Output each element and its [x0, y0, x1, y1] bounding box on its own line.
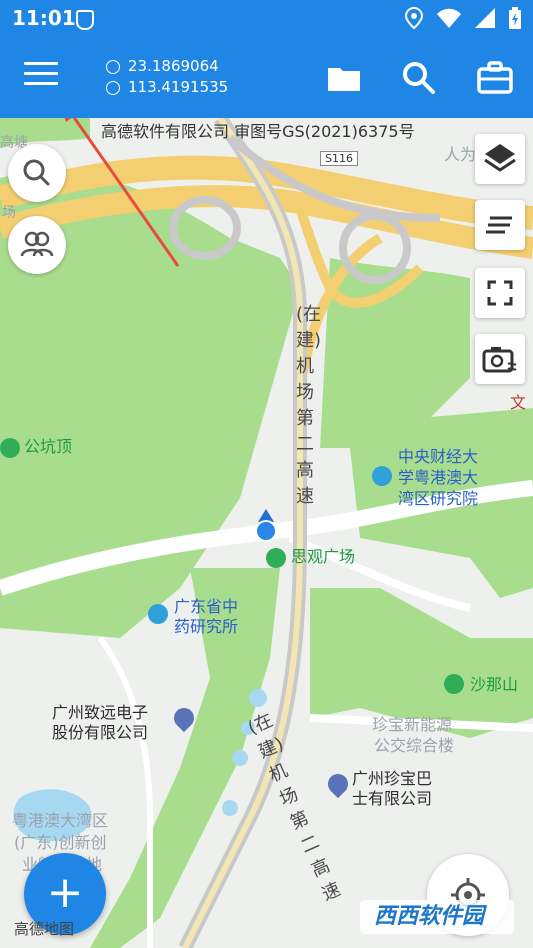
search-icon: [23, 159, 50, 186]
map-label-gba-1[interactable]: 粤港澳大湾区: [12, 810, 108, 832]
group-icon: [20, 231, 54, 257]
water-area: [232, 750, 248, 766]
poi-school-icon: [372, 466, 392, 486]
poi-institute-icon: [148, 604, 168, 624]
latitude-value: 23.1869064: [128, 57, 219, 75]
poi-mountain-icon: [0, 438, 20, 458]
amap-logo: 高德地图: [14, 920, 75, 938]
menu-button[interactable]: [24, 62, 58, 90]
map-label-zhenbao-ne-2[interactable]: 公交综合楼: [374, 735, 454, 757]
layers-icon: [484, 144, 516, 172]
water-area: [249, 689, 267, 707]
group-button[interactable]: [8, 216, 66, 274]
poi-mountain-icon: [444, 674, 464, 694]
location-icon: [405, 7, 423, 29]
map-label-zhiyuan-2[interactable]: 股份有限公司: [52, 722, 148, 744]
map-label-wen: 文: [510, 393, 527, 412]
map-label-shanashan[interactable]: 沙那山: [470, 674, 518, 696]
status-time: 11:01: [12, 6, 76, 30]
water-area: [222, 800, 238, 816]
road-shield: S116: [320, 151, 358, 166]
map-label-zhenbao-bus-1[interactable]: 广州珍宝巴: [352, 768, 432, 790]
map-copyright: 高德软件有限公司 审图号GS(2021)6375号: [101, 122, 415, 141]
layers-button[interactable]: [475, 134, 525, 184]
map-label-cufe-2[interactable]: 学粤港澳大: [398, 467, 478, 489]
map-label-zhenbao-ne-1[interactable]: 珍宝新能源: [372, 714, 452, 736]
folder-icon[interactable]: [326, 60, 362, 96]
map-label-zhiyuan-1[interactable]: 广州致远电子: [52, 702, 148, 724]
map-label-tcm-2[interactable]: 药研究所: [174, 616, 238, 638]
map-label-zhenbao-bus-2[interactable]: 士有限公司: [352, 788, 432, 810]
current-location-marker: [255, 520, 277, 542]
latitude-icon: [106, 59, 120, 74]
wifi-icon: [437, 8, 461, 28]
status-icons: [405, 7, 521, 29]
search-icon[interactable]: [401, 60, 437, 96]
longitude-value: 113.4191535: [128, 78, 229, 96]
list-icon: [486, 216, 512, 234]
list-button[interactable]: [475, 200, 525, 250]
poi-park-icon: [266, 548, 286, 568]
map-label-cufe-3[interactable]: 湾区研究院: [398, 488, 478, 510]
shield-icon: [76, 10, 94, 30]
app-toolbar: 23.1869064 113.4191535: [0, 36, 533, 118]
status-bar: 11:01: [0, 0, 533, 36]
map-label-highway-top: (在建)机场第二高速: [296, 304, 322, 507]
longitude-icon: [106, 80, 120, 95]
map-label-renwei: 人为: [444, 145, 477, 164]
fullscreen-icon: [487, 280, 513, 306]
map-search-button[interactable]: [8, 144, 66, 202]
fullscreen-button[interactable]: [475, 268, 525, 318]
map-label-gongkengding[interactable]: 公坑顶: [24, 436, 72, 458]
map-label-tcm-1[interactable]: 广东省中: [174, 596, 238, 618]
coordinates-readout: 23.1869064 113.4191535: [106, 56, 228, 98]
site-watermark: 西西软件园: [360, 900, 514, 934]
map-label-siguan-square[interactable]: 思观广场: [291, 546, 355, 568]
battery-icon: [509, 7, 521, 29]
signal-icon: [475, 8, 495, 28]
toolbox-icon[interactable]: [477, 60, 513, 96]
camera-icon: [482, 347, 517, 373]
map-label-gba-2[interactable]: (广东)创新创: [14, 832, 107, 854]
map-view[interactable]: S116 高德软件有限公司 审图号GS(2021)6375号 高塘 场 人为 文…: [0, 118, 533, 948]
camera-button[interactable]: [475, 334, 525, 384]
map-label-cufe-1[interactable]: 中央财经大: [398, 446, 478, 468]
